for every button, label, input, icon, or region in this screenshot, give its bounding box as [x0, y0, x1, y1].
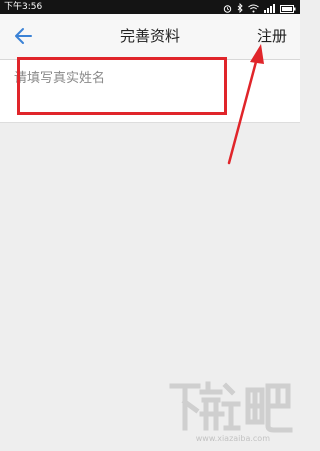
status-bar: 下午3:56	[0, 0, 300, 14]
name-field-row	[0, 60, 300, 123]
back-button[interactable]	[12, 24, 36, 48]
arrow-left-icon	[15, 28, 32, 44]
page-title: 完善资料	[119, 27, 180, 45]
watermark-url: www.xiazaiba.com	[195, 434, 270, 443]
watermark-logo	[169, 381, 293, 433]
status-icons	[223, 1, 296, 13]
real-name-input[interactable]	[8, 66, 240, 90]
watermark: www.xiazaiba.com	[168, 378, 294, 444]
status-time: 下午3:56	[4, 2, 43, 12]
register-button[interactable]: 注册	[257, 14, 287, 59]
nav-bar: 完善资料 注册	[0, 14, 300, 60]
